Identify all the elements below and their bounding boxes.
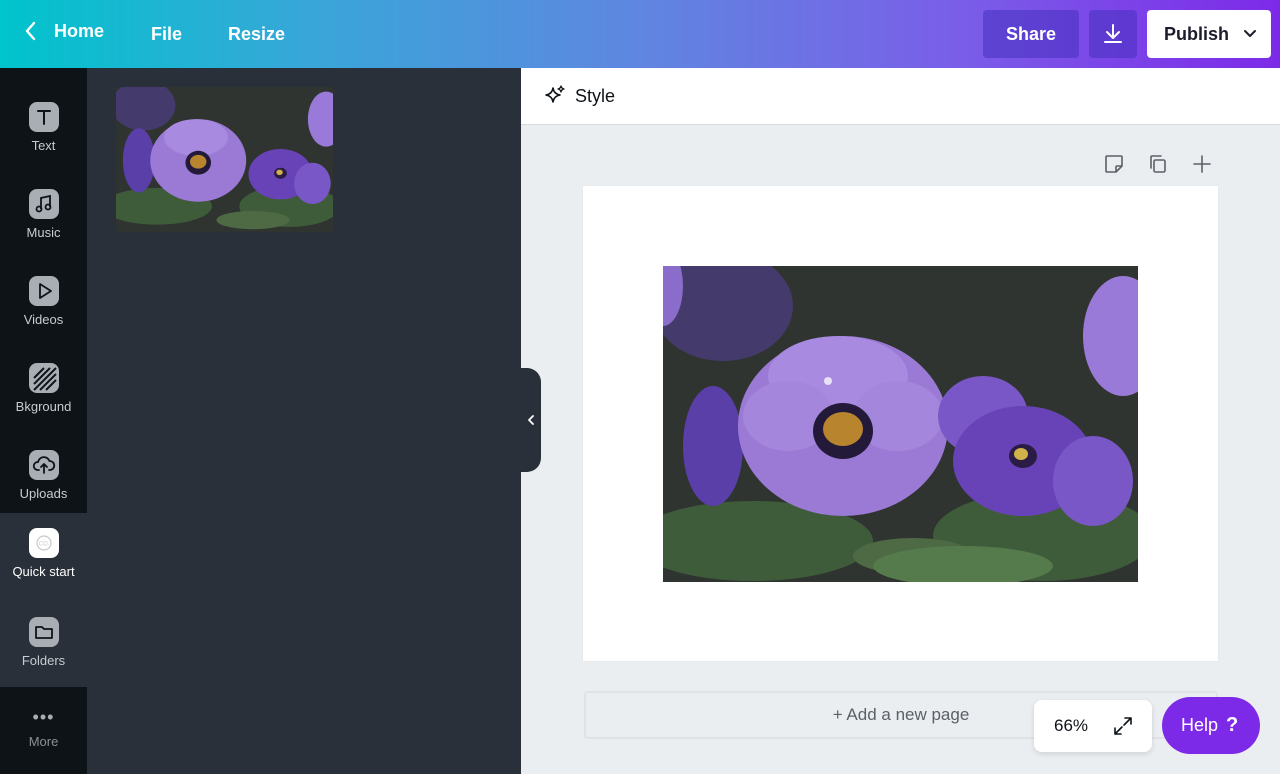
duplicate-page-button[interactable]	[1146, 152, 1170, 176]
publish-label: Publish	[1164, 23, 1230, 44]
help-label: Help	[1181, 715, 1219, 735]
expand-icon[interactable]	[1112, 715, 1134, 737]
editor-toolbar: Style	[521, 68, 1280, 125]
flower-image	[663, 266, 1138, 582]
sidebar-item-music[interactable]: Music	[0, 174, 87, 261]
sidebar-item-label: Quick start	[12, 564, 75, 579]
folder-icon	[28, 617, 59, 647]
download-button[interactable]	[1089, 10, 1137, 58]
sidebar-item-label: More	[28, 734, 59, 749]
note-icon	[1105, 155, 1123, 173]
add-note-button[interactable]	[1102, 152, 1126, 176]
question-icon: ?	[1226, 714, 1239, 736]
top-bar: Home File Resize Share Publish	[0, 0, 1280, 68]
design-page[interactable]	[583, 186, 1218, 661]
sidebar-item-uploads[interactable]: Uploads	[0, 435, 87, 522]
sidebar-item-folders[interactable]: Folders	[0, 600, 87, 687]
music-icon	[28, 189, 59, 219]
help-button[interactable]: Help ?	[1162, 697, 1260, 754]
background-icon	[28, 363, 59, 393]
image-thumbnail[interactable]	[116, 87, 333, 232]
sidebar-item-background[interactable]: Bkground	[0, 348, 87, 435]
chevron-down-icon[interactable]	[1243, 28, 1257, 40]
sidebar-item-label: Videos	[23, 312, 64, 327]
duplicate-icon	[1150, 155, 1166, 173]
download-icon	[1104, 24, 1122, 43]
canvas-image[interactable]	[663, 266, 1138, 582]
sidebar-item-videos[interactable]: Videos	[0, 261, 87, 348]
videos-icon	[28, 276, 59, 306]
style-label: Style	[575, 85, 616, 106]
sidebar-item-label: Music	[26, 225, 61, 240]
add-page-icon-button[interactable]	[1190, 152, 1214, 176]
plus-icon	[1193, 155, 1211, 173]
style-button[interactable]: Style	[543, 84, 615, 108]
sidebar-item-label: Text	[31, 138, 56, 153]
sidebar-item-text[interactable]: Text	[0, 87, 87, 174]
publish-button[interactable]: Publish	[1147, 10, 1271, 58]
zoom-level[interactable]: 66%	[1054, 716, 1088, 736]
zoom-control: 66%	[1034, 700, 1152, 752]
side-panel	[87, 68, 521, 774]
quick-start-icon: CO.	[28, 528, 59, 558]
resize-menu[interactable]: Resize	[228, 24, 285, 45]
sparkle-icon	[545, 85, 565, 103]
uploads-icon	[28, 450, 59, 480]
home-label: Home	[54, 20, 105, 41]
sidebar-rail: Text Music Videos Bkground Uploads CO. Q…	[0, 68, 87, 774]
chevron-left-icon	[528, 415, 534, 425]
home-button[interactable]: Home	[22, 20, 104, 42]
sidebar-item-more[interactable]: ••• More	[0, 687, 87, 774]
flower-image	[116, 87, 333, 232]
chevron-left-icon	[25, 21, 36, 41]
sidebar-item-label: Folders	[21, 653, 66, 668]
sidebar-item-label: Bkground	[15, 399, 72, 414]
file-menu[interactable]: File	[151, 24, 182, 45]
share-button[interactable]: Share	[983, 10, 1079, 58]
more-icon: •••	[32, 707, 55, 727]
collapse-panel-button[interactable]	[521, 368, 541, 472]
sidebar-item-label: Uploads	[19, 486, 68, 501]
svg-text:CO.: CO.	[38, 542, 49, 548]
sidebar-item-quick-start[interactable]: CO. Quick start	[0, 513, 87, 600]
text-icon	[28, 102, 59, 132]
